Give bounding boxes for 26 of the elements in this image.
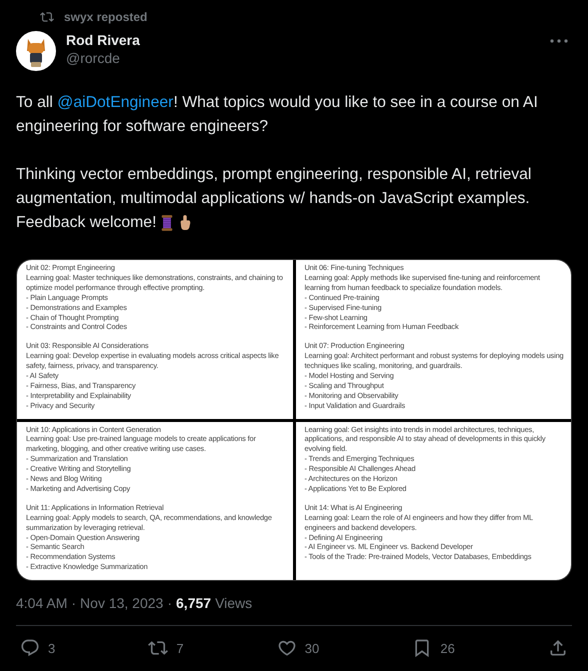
action-count: 7 (176, 640, 184, 656)
repost-icon (40, 10, 54, 24)
author-name[interactable]: Rod Rivera (66, 31, 540, 49)
reply-icon[interactable] (20, 638, 40, 658)
separator-dot: · (71, 595, 76, 611)
tweet-text: Feedback welcome! (16, 213, 156, 233)
repost-label[interactable]: swyx reposted (64, 10, 148, 24)
share-icon[interactable] (548, 638, 568, 658)
mention-link[interactable]: @aiDotEngineer (57, 94, 174, 111)
heart-icon[interactable] (276, 638, 297, 658)
tweet-text: To all @aiDotEngineer! What topics would you like to see in a course on AI engineering for software engineers? (16, 93, 539, 137)
action-count: 3 (48, 640, 56, 656)
post-time[interactable]: 4:04 AM (16, 595, 68, 611)
author-handle[interactable]: @rorcde (66, 49, 540, 68)
thread-spool-icon (160, 214, 174, 232)
tweet-text: Thinking vector embeddings, prompt engineering, responsible AI, retrieval augmentation, multimodal applications w/ hands-on JavaScript examples. (16, 165, 532, 209)
separator-dot: · (167, 595, 172, 611)
post-date[interactable]: Nov 13, 2023 (80, 595, 164, 611)
avatar[interactable] (16, 31, 56, 71)
action-count: 26 (440, 640, 455, 656)
views-count: 6,757 (176, 595, 212, 611)
views-label: Views (215, 595, 252, 611)
repost-icon[interactable] (148, 638, 168, 658)
more-icon[interactable] (550, 39, 568, 43)
action-count: 30 (304, 640, 320, 656)
document-screenshot[interactable] (16, 259, 572, 581)
